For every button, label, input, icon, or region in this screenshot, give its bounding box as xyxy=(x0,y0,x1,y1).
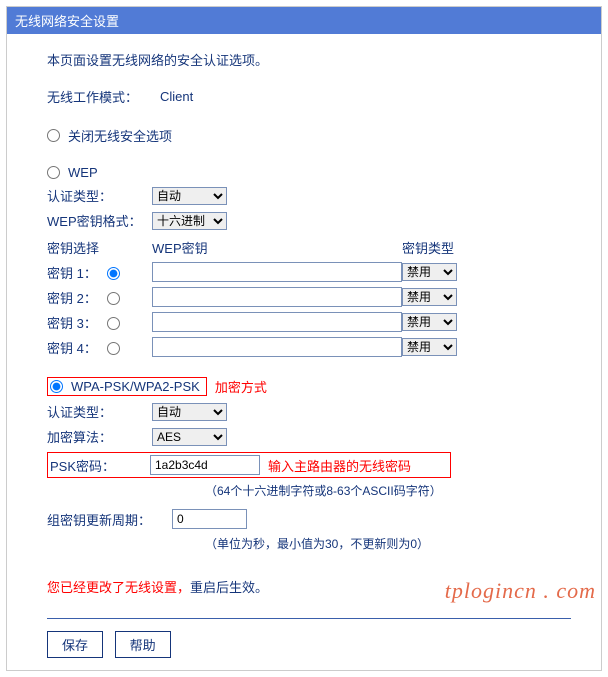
intro-text: 本页面设置无线网络的安全认证选项。 xyxy=(47,50,571,69)
auth-type-label: 认证类型： xyxy=(47,186,152,205)
psk-hint: 输入主路由器的无线密码 xyxy=(268,456,411,475)
label-disable-security: 关闭无线安全选项 xyxy=(68,126,172,145)
key4-type-select[interactable]: 禁用 xyxy=(402,338,457,356)
key3-input[interactable] xyxy=(152,312,402,332)
key3-label: 密钥 3： xyxy=(47,313,97,332)
changed-message: 您已经更改了无线设置， xyxy=(47,580,190,595)
key-type-header: 密钥类型 xyxy=(402,238,454,257)
wep-format-select[interactable]: 十六进制 xyxy=(152,212,227,230)
psk-input[interactable] xyxy=(150,455,260,475)
key1-type-select[interactable]: 禁用 xyxy=(402,263,457,281)
psk-label: PSK密码： xyxy=(50,456,150,475)
rekey-note: （单位为秒，最小值为30，不更新则为0） xyxy=(205,535,571,552)
key3-type-select[interactable]: 禁用 xyxy=(402,313,457,331)
algorithm-label: 加密算法： xyxy=(47,427,152,446)
key1-label: 密钥 1： xyxy=(47,263,97,282)
key2-input[interactable] xyxy=(152,287,402,307)
wep-format-label: WEP密钥格式： xyxy=(47,211,152,230)
changed-tail: 重启后生效。 xyxy=(190,580,268,595)
radio-wpa-psk[interactable] xyxy=(50,380,63,393)
auth-type-label-2: 认证类型： xyxy=(47,402,152,421)
encryption-method-title: 加密方式 xyxy=(215,377,267,396)
key-select-header: 密钥选择 xyxy=(47,238,152,257)
key1-input[interactable] xyxy=(152,262,402,282)
algorithm-select[interactable]: AES xyxy=(152,428,227,446)
help-button[interactable]: 帮助 xyxy=(115,631,171,658)
label-wpa-psk: WPA-PSK/WPA2-PSK xyxy=(71,379,200,394)
wep-key-header: WEP密钥 xyxy=(152,238,402,257)
radio-disable-security[interactable] xyxy=(47,129,60,142)
key2-label: 密钥 2： xyxy=(47,288,97,307)
radio-wep[interactable] xyxy=(47,166,60,179)
label-wep: WEP xyxy=(68,165,98,180)
rekey-input[interactable] xyxy=(172,509,247,529)
auth-type-select[interactable]: 自动 xyxy=(152,187,227,205)
key1-radio[interactable] xyxy=(107,267,120,280)
psk-note: （64个十六进制字符或8-63个ASCII码字符） xyxy=(205,482,571,499)
key4-radio[interactable] xyxy=(107,342,120,355)
key2-type-select[interactable]: 禁用 xyxy=(402,288,457,306)
watermark: tplogincn . com xyxy=(445,578,596,604)
auth-type-select-2[interactable]: 自动 xyxy=(152,403,227,421)
save-button[interactable]: 保存 xyxy=(47,631,103,658)
key3-radio[interactable] xyxy=(107,317,120,330)
key4-input[interactable] xyxy=(152,337,402,357)
page-title: 无线网络安全设置 xyxy=(7,7,601,34)
divider xyxy=(47,618,571,619)
rekey-label: 组密钥更新周期： xyxy=(47,510,172,529)
mode-label: 无线工作模式： xyxy=(47,87,152,106)
key2-radio[interactable] xyxy=(107,292,120,305)
mode-value: Client xyxy=(160,89,193,104)
key4-label: 密钥 4： xyxy=(47,338,97,357)
